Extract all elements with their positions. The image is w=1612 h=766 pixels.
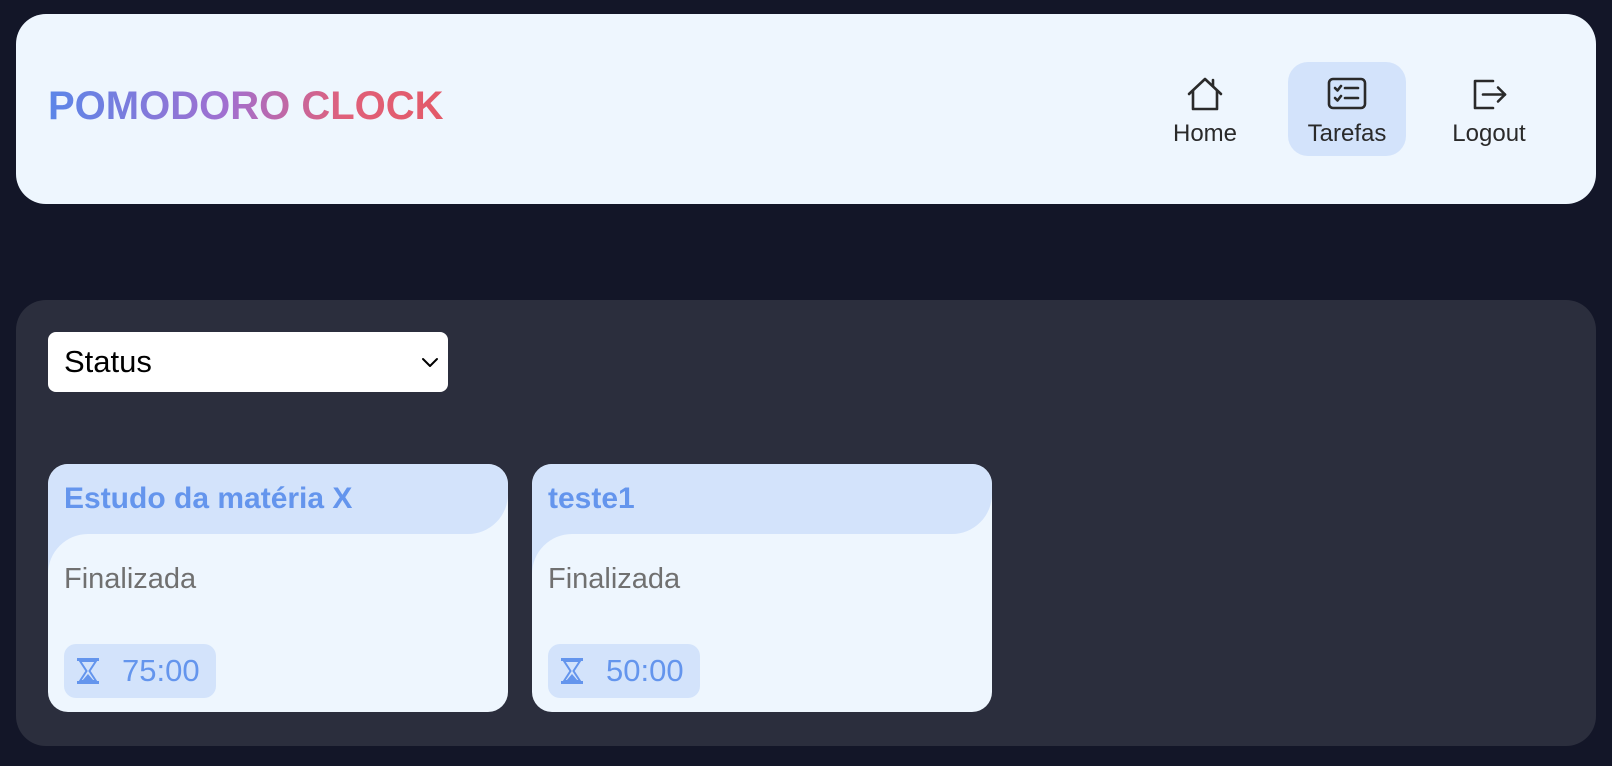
house-icon bbox=[1187, 77, 1223, 111]
task-status: Finalizada bbox=[548, 563, 681, 595]
nav-logout[interactable]: Logout bbox=[1430, 62, 1548, 156]
logout-icon bbox=[1473, 79, 1507, 110]
nav-home-label: Home bbox=[1172, 120, 1238, 147]
hourglass-icon bbox=[561, 658, 583, 684]
nav-home[interactable]: Home bbox=[1146, 62, 1264, 156]
task-time: 50:00 bbox=[606, 653, 684, 688]
nav-tarefas-label: Tarefas bbox=[1307, 120, 1387, 147]
tasks-panel: Status Estudo da matéria X Finalizada 75… bbox=[16, 300, 1596, 746]
task-card[interactable]: teste1 Finalizada 50:00 bbox=[532, 464, 992, 712]
task-time: 75:00 bbox=[122, 653, 200, 688]
task-timer-badge: 50:00 bbox=[548, 644, 700, 698]
checklist-icon bbox=[1327, 77, 1367, 110]
task-card[interactable]: Estudo da matéria X Finalizada 75:00 bbox=[48, 464, 508, 712]
task-list: Estudo da matéria X Finalizada 75:00 tes… bbox=[48, 464, 992, 712]
top-header: POMODORO CLOCK Home Tarefas Logout bbox=[16, 14, 1596, 204]
nav-tarefas[interactable]: Tarefas bbox=[1288, 62, 1406, 156]
task-title: teste1 bbox=[548, 482, 635, 515]
task-title: Estudo da matéria X bbox=[64, 482, 353, 515]
task-timer-badge: 75:00 bbox=[64, 644, 216, 698]
hourglass-icon bbox=[77, 658, 99, 684]
task-status: Finalizada bbox=[64, 563, 197, 595]
status-filter-select[interactable]: Status bbox=[48, 332, 448, 392]
main-nav: Home Tarefas Logout bbox=[1146, 62, 1548, 156]
status-filter-value: Status bbox=[64, 344, 152, 379]
chevron-down-icon bbox=[422, 358, 438, 367]
app-logo[interactable]: POMODORO CLOCK bbox=[48, 84, 444, 129]
nav-logout-label: Logout bbox=[1452, 120, 1526, 147]
